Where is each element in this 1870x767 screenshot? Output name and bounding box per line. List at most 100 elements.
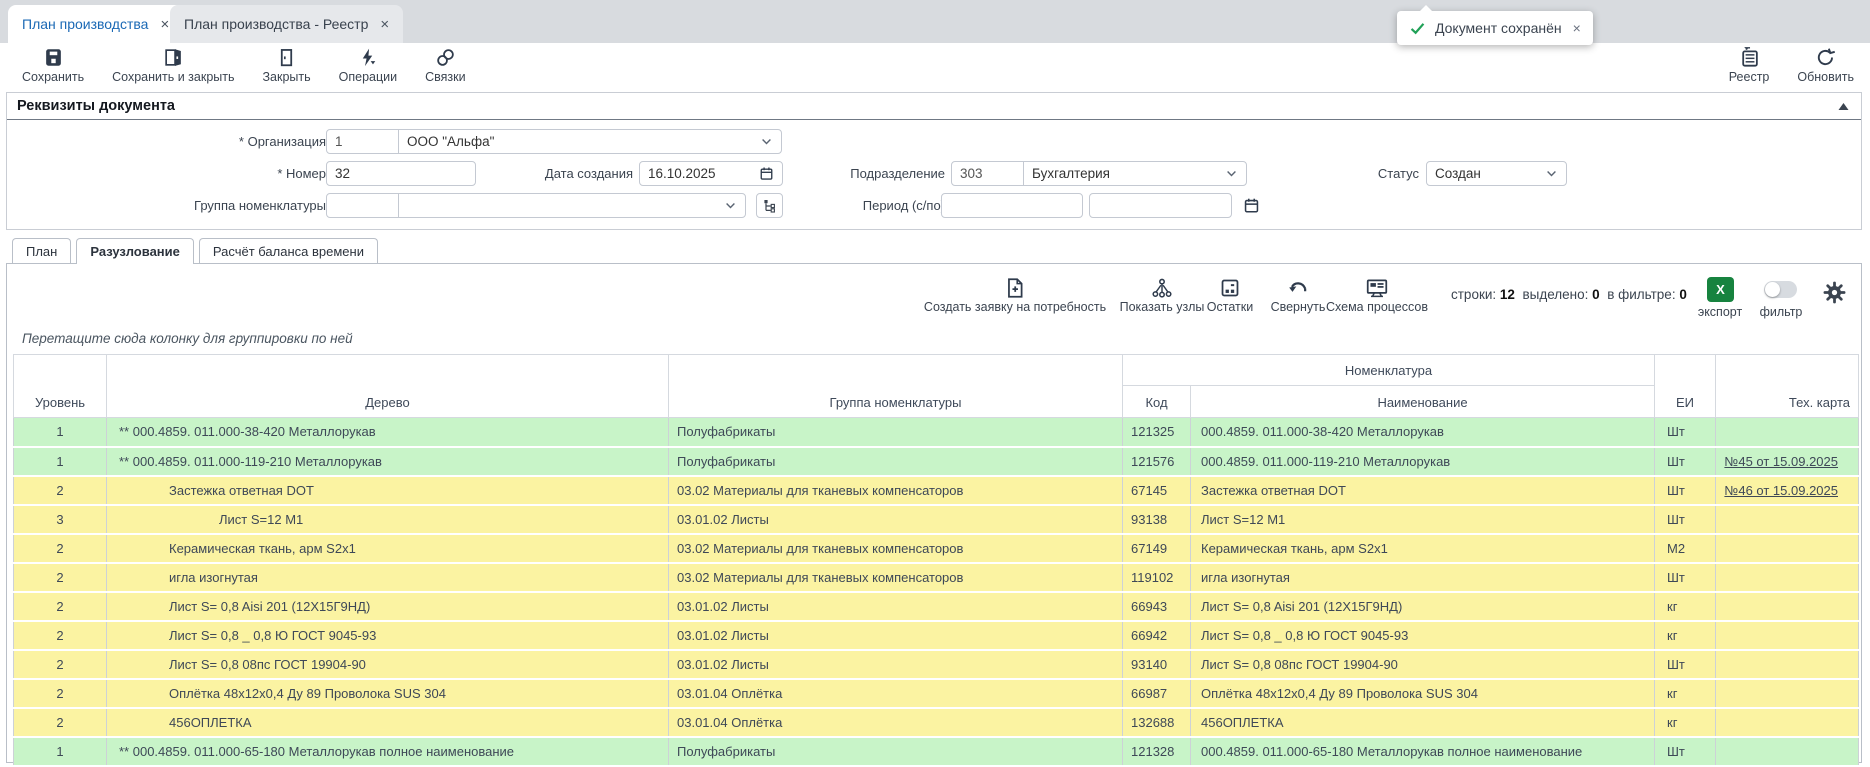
rows-count-value: 12 [1500, 287, 1515, 302]
column-header-code[interactable]: Код [1123, 386, 1191, 418]
cell-code: 132688 [1123, 708, 1191, 737]
filter-toggle[interactable] [1764, 281, 1797, 298]
calendar-icon[interactable] [1243, 197, 1260, 214]
registry-icon [1739, 47, 1760, 68]
export-excel-button[interactable]: X [1707, 277, 1734, 302]
refresh-icon [1815, 47, 1836, 68]
save-and-close-label: Сохранить и закрыть [112, 70, 234, 84]
cell-level: 1 [14, 447, 107, 476]
column-header-level[interactable]: Уровень [14, 355, 107, 418]
toggle-knob [1765, 282, 1780, 297]
table-row[interactable]: 2 Оплётка 48х12х0,4 Ду 89 Проволока SUS … [14, 679, 1859, 708]
remains-icon [1219, 277, 1241, 299]
cell-tree: 456ОПЛЕТКА [107, 708, 669, 737]
collapse-panel-icon[interactable] [1838, 102, 1849, 111]
links-button[interactable]: Связки [425, 47, 465, 84]
cell-group: 03.02 Материалы для тканевых компенсатор… [669, 476, 1123, 505]
period-from-input[interactable] [941, 193, 1083, 218]
cell-name: Застежка ответная DOT [1191, 476, 1655, 505]
rows-count-label: строки: [1451, 287, 1496, 302]
table-row[interactable]: 2 456ОПЛЕТКА 03.01.04 Оплётка 132688 456… [14, 708, 1859, 737]
cell-code: 121576 [1123, 447, 1191, 476]
column-header-name[interactable]: Наименование [1191, 386, 1655, 418]
cell-unit: Шт [1655, 505, 1716, 534]
close-label: Закрыть [263, 70, 311, 84]
cell-level: 2 [14, 592, 107, 621]
create-request-button[interactable]: Создать заявку на потребность [924, 277, 1106, 314]
department-label: Подразделение [725, 161, 945, 186]
tech-card-link[interactable]: №46 от 15.09.2025 [1724, 483, 1838, 498]
cell-tech-card [1716, 650, 1859, 679]
cell-name: игла изогнутая [1191, 563, 1655, 592]
table-row[interactable]: 1 ** 000.4859. 011.000-65-180 Металлорук… [14, 737, 1859, 766]
table-row[interactable]: 3 Лист S=12 М1 03.01.02 Листы 93138 Лист… [14, 505, 1859, 534]
cell-group: Полуфабрикаты [669, 447, 1123, 476]
window-tab-plan-registry[interactable]: План производства - Реестр × [170, 5, 403, 43]
nomenclature-group-code [327, 194, 399, 217]
window-tab-plan[interactable]: План производства × [8, 5, 183, 43]
nomenclature-group-label: Группа номенклатуры [106, 193, 326, 218]
table-row[interactable]: 2 Лист S= 0,8 Aisi 201 (12Х15Г9НД) 03.01… [14, 592, 1859, 621]
cell-code: 121325 [1123, 418, 1191, 447]
table-row[interactable]: 2 Керамическая ткань, арм S2x1 03.02 Мат… [14, 534, 1859, 563]
toast-close-icon[interactable]: × [1573, 20, 1581, 36]
table-row[interactable]: 2 игла изогнутая 03.02 Материалы для тка… [14, 563, 1859, 592]
organization-select[interactable]: 1 ООО "Альфа" [326, 129, 782, 154]
save-and-close-button[interactable]: Сохранить и закрыть [112, 47, 234, 84]
cell-code: 66943 [1123, 592, 1191, 621]
operations-button[interactable]: Операции [339, 47, 397, 84]
tab-close-icon[interactable]: × [160, 17, 169, 32]
cell-unit: Шт [1655, 563, 1716, 592]
cell-code: 93140 [1123, 650, 1191, 679]
column-header-group[interactable]: Группа номенклатуры [669, 355, 1123, 418]
cell-name: Керамическая ткань, арм S2x1 [1191, 534, 1655, 563]
cell-unit: Шт [1655, 650, 1716, 679]
collapse-rows-button[interactable]: Свернуть [1267, 277, 1329, 314]
tab-balance[interactable]: Расчёт баланса времени [199, 238, 378, 263]
status-select[interactable]: Создан [1426, 161, 1567, 186]
cell-code: 93138 [1123, 505, 1191, 534]
filtered-count-value: 0 [1679, 287, 1687, 302]
table-row[interactable]: 1 ** 000.4859. 011.000-38-420 Металлорук… [14, 418, 1859, 447]
remains-button[interactable]: Остатки [1200, 277, 1260, 314]
table-row[interactable]: 2 Застежка ответная DOT 03.02 Материалы … [14, 476, 1859, 505]
cell-level: 2 [14, 679, 107, 708]
cell-group: 03.02 Материалы для тканевых компенсатор… [669, 563, 1123, 592]
nomenclature-group-select[interactable] [326, 193, 746, 218]
column-header-tree[interactable]: Дерево [107, 355, 669, 418]
save-button[interactable]: Сохранить [22, 47, 84, 84]
column-header-tech-card[interactable]: Тех. карта [1716, 355, 1859, 418]
cell-unit: Шт [1655, 447, 1716, 476]
table-row[interactable]: 2 Лист S= 0,8 _ 0,8 Ю ГОСТ 9045-93 03.01… [14, 621, 1859, 650]
tech-card-link[interactable]: №45 от 15.09.2025 [1724, 454, 1838, 469]
tab-razuzlovanie[interactable]: Разузлование [76, 238, 194, 264]
razuzlovanie-panel: Создать заявку на потребность Показать у… [6, 263, 1862, 763]
cell-tree: ** 000.4859. 011.000-38-420 Металлорукав [107, 418, 669, 447]
cell-tree: Оплётка 48х12х0,4 Ду 89 Проволока SUS 30… [107, 679, 669, 708]
status-label: Статус [1199, 161, 1419, 186]
registry-button[interactable]: Реестр [1729, 47, 1770, 84]
process-scheme-button[interactable]: Схема процессов [1325, 277, 1429, 314]
table-row[interactable]: 1 ** 000.4859. 011.000-119-210 Металлору… [14, 447, 1859, 476]
cell-code: 66942 [1123, 621, 1191, 650]
close-button[interactable]: Закрыть [263, 47, 311, 84]
cell-name: Оплётка 48х12х0,4 Ду 89 Проволока SUS 30… [1191, 679, 1655, 708]
cell-group: 03.02 Материалы для тканевых компенсатор… [669, 534, 1123, 563]
cell-name: Лист S= 0,8 08пс ГОСТ 19904-90 [1191, 650, 1655, 679]
cell-tech-card: №46 от 15.09.2025 [1716, 476, 1859, 505]
group-by-drop-zone[interactable]: Перетащите сюда колонку для группировки … [22, 331, 353, 346]
grid-body: 1 ** 000.4859. 011.000-38-420 Металлорук… [14, 418, 1859, 766]
column-header-nomenclature[interactable]: Номенклатура [1123, 355, 1655, 386]
cell-tree: игла изогнутая [107, 563, 669, 592]
refresh-button[interactable]: Обновить [1797, 47, 1854, 84]
cell-level: 1 [14, 737, 107, 766]
table-row[interactable]: 2 Лист S= 0,8 08пс ГОСТ 19904-90 03.01.0… [14, 650, 1859, 679]
show-nodes-label: Показать узлы [1120, 300, 1205, 314]
show-nodes-button[interactable]: Показать узлы [1117, 277, 1207, 314]
column-header-unit[interactable]: ЕИ [1655, 355, 1716, 418]
registry-label: Реестр [1729, 70, 1770, 84]
tab-close-icon[interactable]: × [380, 17, 389, 32]
period-to-input[interactable] [1089, 193, 1232, 218]
tab-plan[interactable]: План [12, 238, 71, 263]
gear-icon[interactable] [1823, 281, 1846, 304]
